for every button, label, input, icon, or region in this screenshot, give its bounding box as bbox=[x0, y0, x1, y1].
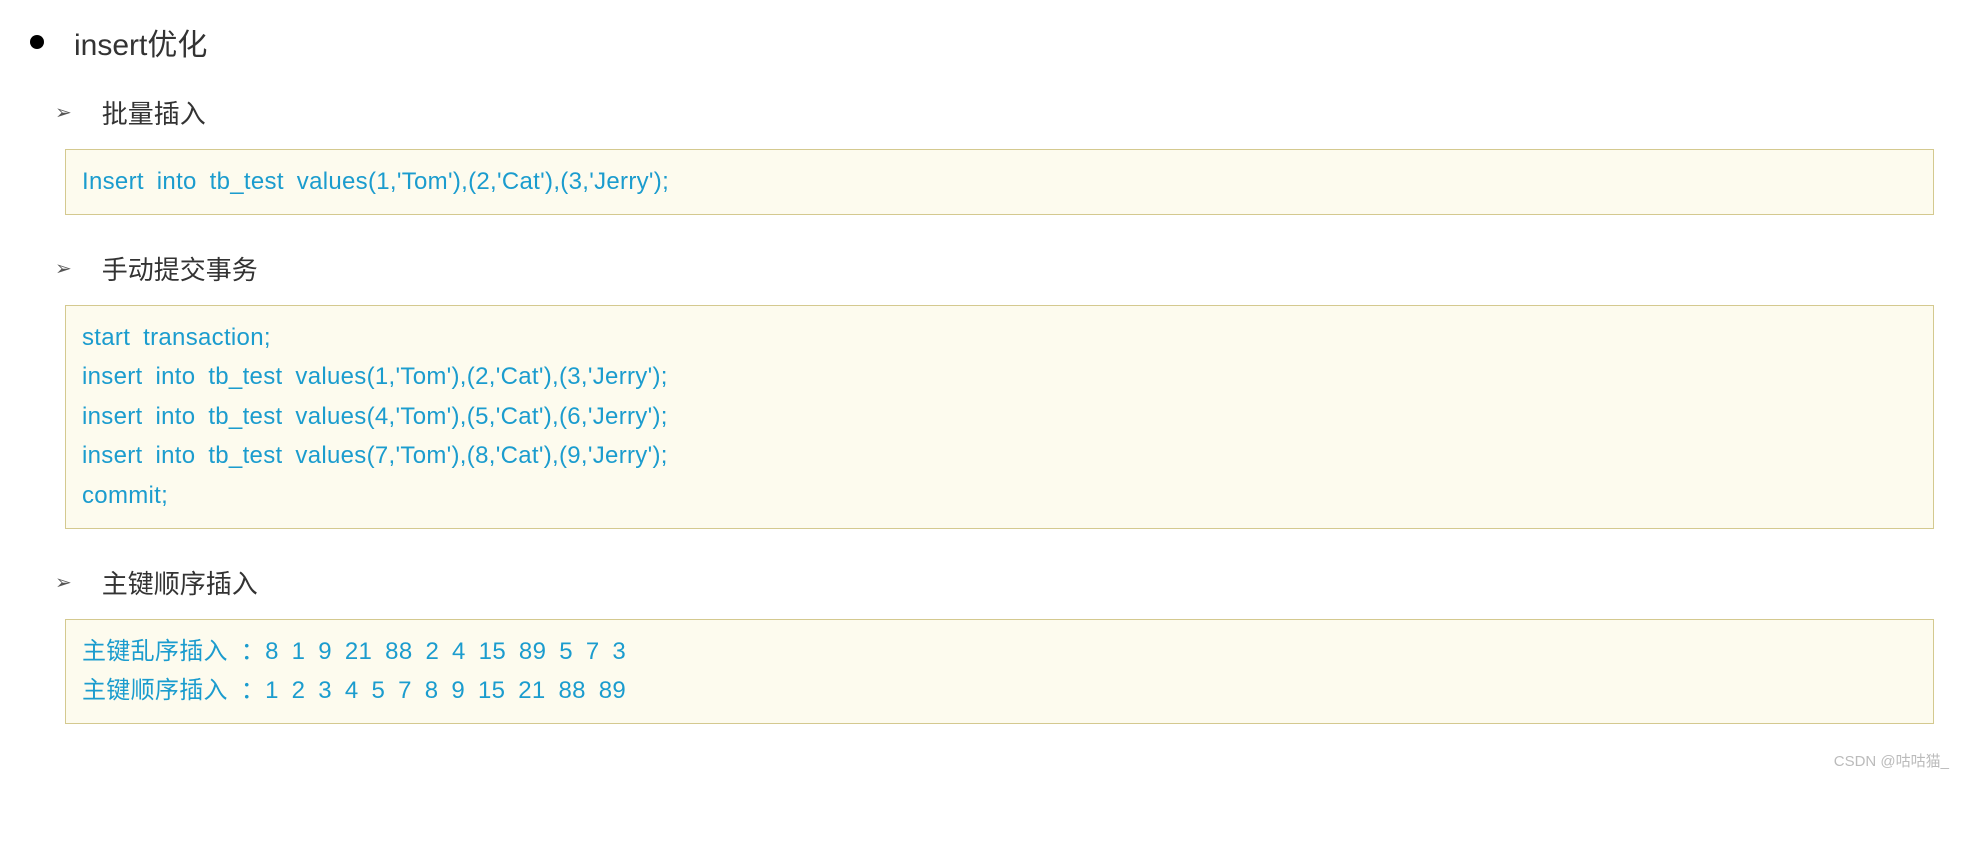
arrow-icon: ➢ bbox=[55, 570, 72, 595]
section-pk-order-insert: ➢ 主键顺序插入 主键乱序插入 ：8 1 9 21 88 2 4 15 89 5… bbox=[55, 564, 1944, 724]
main-heading: insert优化 bbox=[30, 20, 1944, 64]
code-line: insert into tb_test values(1,'Tom'),(2,'… bbox=[82, 357, 1917, 397]
code-block: 主键乱序插入 ：8 1 9 21 88 2 4 15 89 5 7 3 主键顺序… bbox=[65, 619, 1934, 724]
section-batch-insert: ➢ 批量插入 Insert into tb_test values(1,'Tom… bbox=[55, 94, 1944, 215]
code-block: Insert into tb_test values(1,'Tom'),(2,'… bbox=[65, 149, 1934, 215]
section-heading: ➢ 批量插入 bbox=[55, 94, 1944, 131]
arrow-icon: ➢ bbox=[55, 256, 72, 281]
section-heading-text: 主键顺序插入 bbox=[102, 564, 258, 601]
section-heading: ➢ 主键顺序插入 bbox=[55, 564, 1944, 601]
section-heading-text: 批量插入 bbox=[102, 94, 206, 131]
code-block: start transaction; insert into tb_test v… bbox=[65, 305, 1934, 529]
section-manual-commit: ➢ 手动提交事务 start transaction; insert into … bbox=[55, 250, 1944, 529]
code-line: insert into tb_test values(4,'Tom'),(5,'… bbox=[82, 397, 1917, 437]
code-line: insert into tb_test values(7,'Tom'),(8,'… bbox=[82, 436, 1917, 476]
section-heading: ➢ 手动提交事务 bbox=[55, 250, 1944, 287]
watermark-text: CSDN @咕咕猫_ bbox=[1834, 750, 1949, 771]
code-line: 主键乱序插入 ：8 1 9 21 88 2 4 15 89 5 7 3 bbox=[82, 632, 1917, 672]
code-line: 主键顺序插入 ：1 2 3 4 5 7 8 9 15 21 88 89 bbox=[82, 671, 1917, 711]
main-heading-text: insert优化 bbox=[74, 20, 207, 64]
code-line: Insert into tb_test values(1,'Tom'),(2,'… bbox=[82, 162, 1917, 202]
code-line: commit; bbox=[82, 476, 1917, 516]
section-heading-text: 手动提交事务 bbox=[102, 250, 258, 287]
code-line: start transaction; bbox=[82, 318, 1917, 358]
arrow-icon: ➢ bbox=[55, 100, 72, 125]
bullet-icon bbox=[30, 35, 44, 49]
